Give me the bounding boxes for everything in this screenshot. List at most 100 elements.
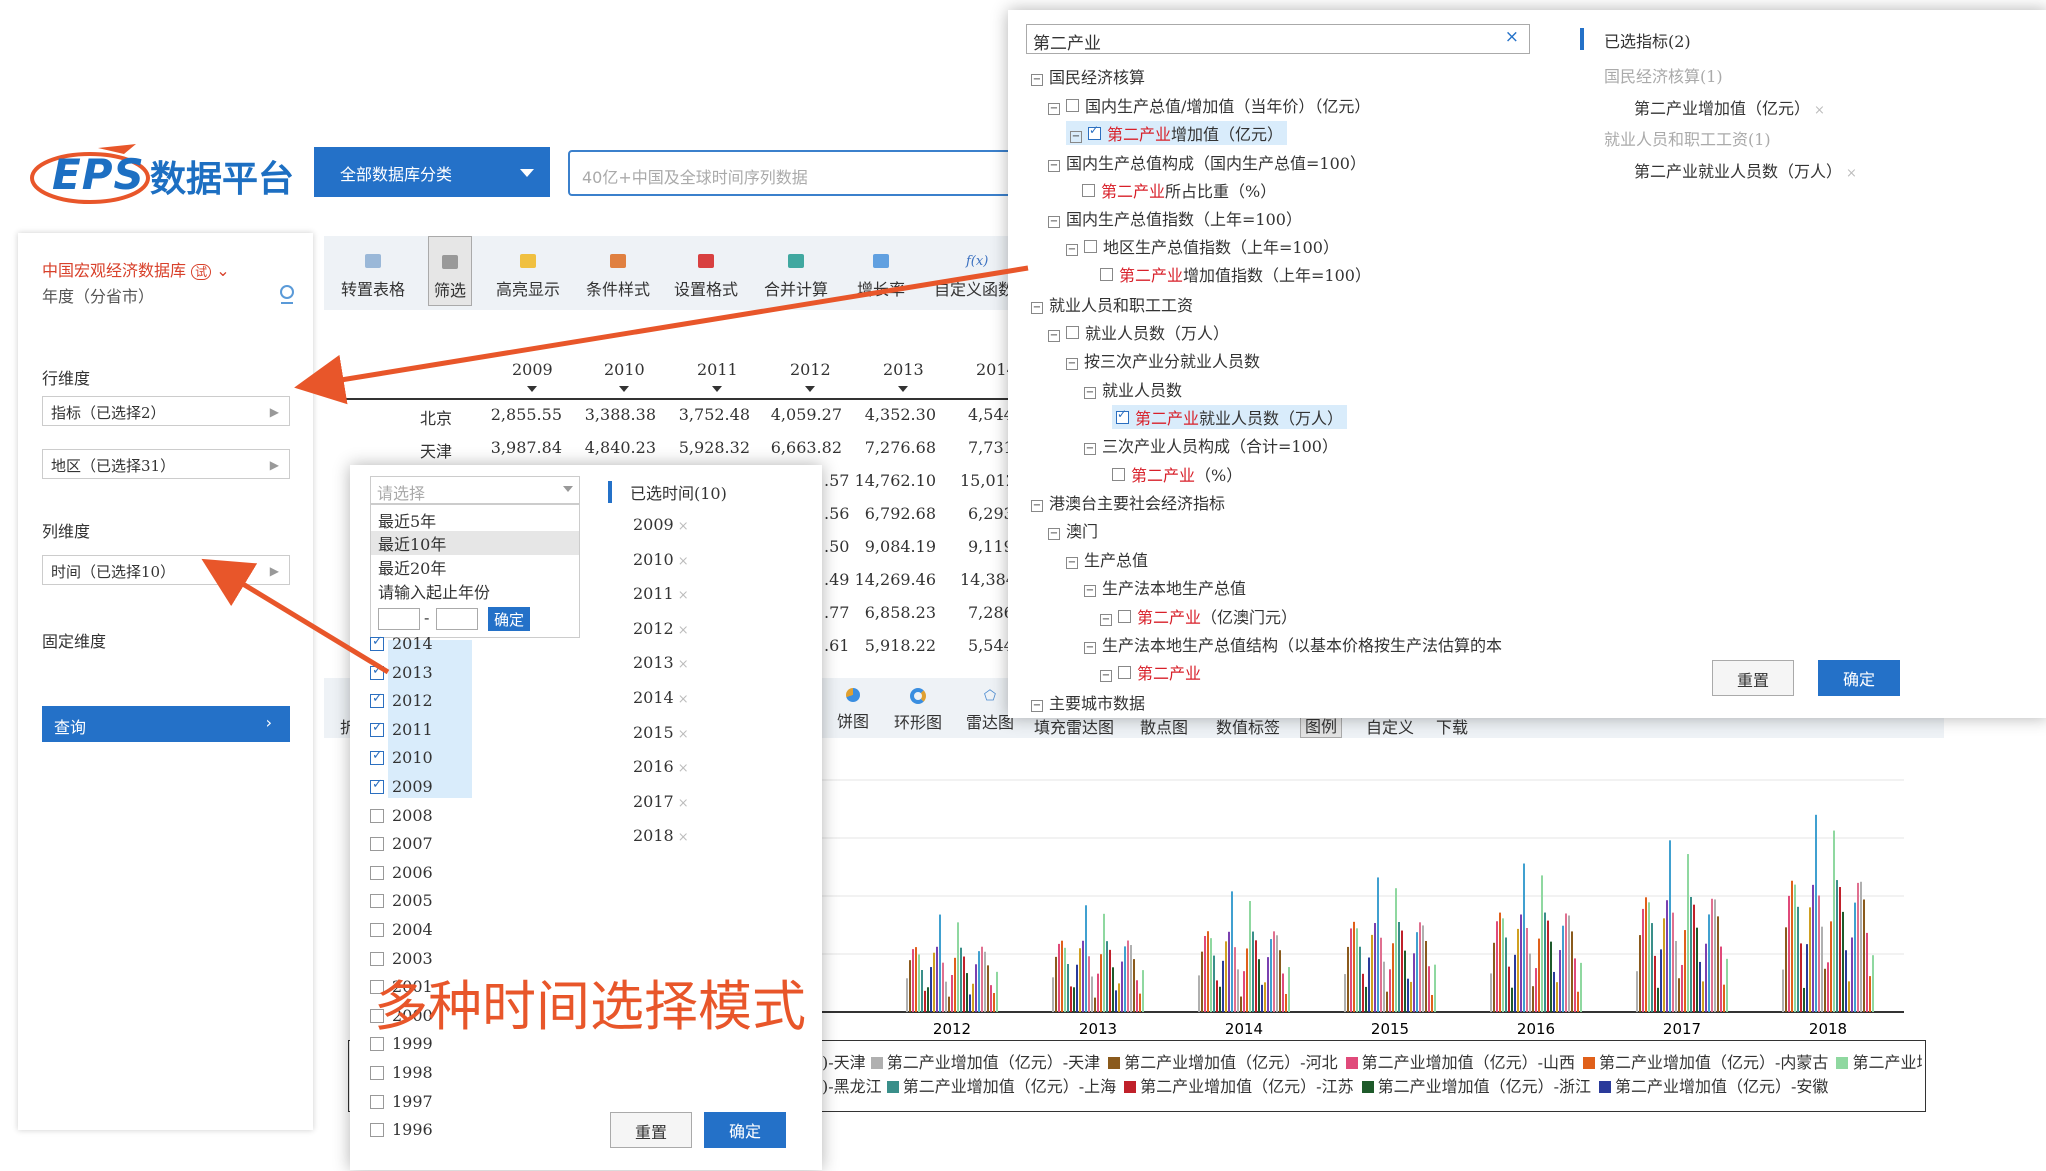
checkbox[interactable] [1118,610,1131,623]
year-option[interactable]: 1997 [370,1092,433,1111]
tree-node[interactable]: − 国内生产总值构成（国内生产总值=100） [1048,150,1366,174]
tree-node[interactable]: − 生产总值 [1066,547,1148,571]
selected-year[interactable]: 2017 × [633,792,689,811]
selected-year[interactable]: 2015 × [633,723,689,742]
selected-year[interactable]: 2011 × [633,584,689,603]
checkbox[interactable] [370,663,384,680]
legend-item[interactable]: 第二产业增加值（亿元）-江苏 [1124,1077,1354,1096]
collapse-icon[interactable]: − [1070,131,1082,143]
tree-node[interactable]: − 生产法本地生产总值结构（以基本价格按生产法估算的本 [1084,632,1502,656]
checkbox[interactable] [370,865,384,880]
time-ok-button[interactable]: 确定 [704,1112,786,1148]
collapse-icon[interactable]: − [1066,358,1078,370]
checkbox[interactable] [1088,123,1101,140]
tree-node[interactable]: − 国民经济核算 [1031,64,1145,88]
year-header[interactable]: 2010 [604,360,645,392]
end-year-input[interactable] [436,608,478,630]
checkbox[interactable] [370,777,384,794]
selected-year[interactable]: 2009 × [633,515,689,534]
year-option[interactable]: 2009 [370,777,433,796]
remove-icon[interactable]: × [678,554,689,569]
option-last-10-years[interactable]: 最近10年 [378,531,446,555]
checkbox[interactable] [1066,99,1079,112]
conditional-style-button[interactable]: 条件样式 [580,236,656,300]
checkbox[interactable] [1082,184,1095,197]
remove-icon[interactable]: × [1846,166,1857,181]
year-option[interactable]: 1998 [370,1063,433,1082]
year-header[interactable]: 2012 [790,360,831,392]
database-category-dropdown[interactable]: 全部数据库分类 [314,147,550,197]
checkbox[interactable] [370,923,384,937]
tree-node[interactable]: 第二产业（%） [1112,462,1242,486]
donut-chart-button[interactable]: 环形图 [890,688,946,733]
legend-item[interactable]: )-黑龙江 第二产业增加值（亿元）-上海 [822,1077,1116,1096]
start-year-input[interactable] [378,608,420,630]
selected-indicator-item[interactable]: 第二产业增加值（亿元） × [1634,95,1825,119]
checkbox[interactable] [370,748,384,766]
legend-item[interactable]: 第二产业增加值（亿元）-河北 [1108,1053,1338,1072]
remove-icon[interactable]: × [678,519,689,534]
collapse-icon[interactable]: − [1031,302,1043,314]
merge-calc-button[interactable]: 合并计算 [758,236,834,300]
collapse-icon[interactable]: − [1084,443,1096,455]
collapse-icon[interactable]: − [1048,160,1060,172]
collapse-icon[interactable]: − [1048,216,1060,228]
year-option[interactable]: 2006 [370,863,433,882]
checkbox[interactable] [370,720,384,737]
remove-icon[interactable]: × [678,657,689,672]
time-selector[interactable]: 时间（已选择10） ▶ [42,555,290,585]
pie-chart-button[interactable]: 饼图 [835,688,871,732]
legend-item[interactable]: 第二产业增加值（亿元）-安徽 [1599,1077,1828,1096]
checkbox[interactable] [370,837,384,852]
time-reset-button[interactable]: 重置 [610,1112,692,1148]
collapse-icon[interactable]: − [1048,330,1060,342]
year-header[interactable]: 2011 [697,360,738,392]
collapse-icon[interactable]: − [1066,557,1078,569]
selected-year[interactable]: 2012 × [633,619,689,638]
tree-node[interactable]: − 三次产业人员构成（合计=100） [1084,433,1338,457]
tree-node[interactable]: − 第二产业（亿澳门元） [1100,604,1297,628]
collapse-icon[interactable]: − [1084,387,1096,399]
tree-node[interactable]: 第二产业所占比重（%） [1082,178,1276,202]
database-name[interactable]: 中国宏观经济数据库 试 ⌄ [42,257,230,281]
highlight-button[interactable]: 高亮显示 [490,236,566,300]
tree-node[interactable]: − 生产法本地生产总值 [1084,575,1246,599]
remove-icon[interactable]: × [1814,103,1825,118]
indicator-selector[interactable]: 指标（已选择2） ▶ [42,396,290,426]
remove-icon[interactable]: × [678,761,689,776]
checkbox[interactable] [1112,468,1125,481]
checkbox[interactable] [370,634,384,651]
selected-year[interactable]: 2013 × [633,653,689,672]
range-ok-button[interactable]: 确定 [488,607,530,631]
collapse-icon[interactable]: − [1066,244,1078,256]
option-last-5-years[interactable]: 最近5年 [378,508,436,532]
tree-node[interactable]: − 国内生产总值/增加值（当年价）（亿元） [1048,93,1370,117]
filter-button[interactable]: 筛选 [428,236,472,306]
collapse-icon[interactable]: − [1031,500,1043,512]
legend-item[interactable]: 第二产业增加值（亿元）-辽宁 [1836,1053,1922,1072]
option-custom-range[interactable]: 请输入起止年份 [378,579,490,603]
tree-node[interactable]: 第二产业增加值指数（上年=100） [1100,262,1371,286]
selected-year[interactable]: 2018 × [633,826,689,845]
year-option[interactable]: 2010 [370,748,433,767]
tree-node[interactable]: − 国内生产总值指数（上年=100） [1048,206,1302,230]
legend-item[interactable]: 第二产业增加值（亿元）-浙江 [1361,1077,1591,1096]
selected-year[interactable]: 2010 × [633,550,689,569]
region-selector[interactable]: 地区（已选择31） ▶ [42,449,290,479]
checkbox[interactable] [370,1094,384,1109]
collapse-icon[interactable]: − [1100,614,1112,626]
checkbox[interactable] [370,808,384,823]
year-option[interactable]: 2011 [370,720,433,739]
remove-icon[interactable]: × [678,796,689,811]
set-format-button[interactable]: 设置格式 [668,236,744,300]
growth-rate-button[interactable]: 增长率 [846,236,916,300]
checkbox[interactable] [1116,407,1129,424]
collapse-icon[interactable]: − [1048,528,1060,540]
year-header[interactable]: 2009 [512,360,553,392]
selected-year[interactable]: 2016 × [633,757,689,776]
legend-item[interactable]: 第二产业增加值（亿元）-内蒙古 [1583,1053,1828,1072]
tree-node[interactable]: − 就业人员和职工工资 [1031,292,1193,316]
checkbox[interactable] [1066,326,1079,339]
tree-node[interactable]: − 地区生产总值指数（上年=100） [1066,234,1339,258]
checkbox[interactable] [1084,240,1097,253]
